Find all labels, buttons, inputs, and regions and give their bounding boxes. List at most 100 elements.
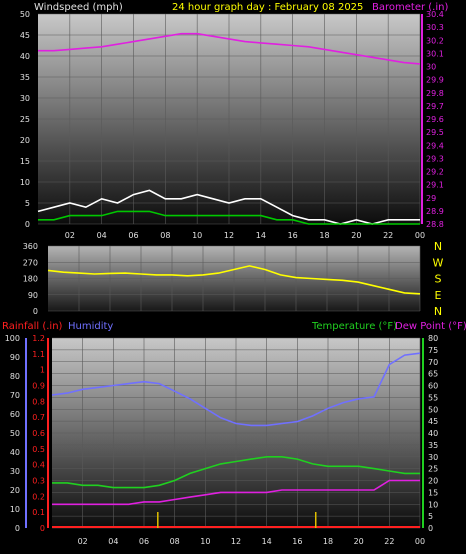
temperature-tick-label: 0	[428, 524, 433, 533]
barometer-tick-label: 28.9	[426, 207, 444, 216]
barometer-axis-label: Barometer (.in)	[372, 2, 448, 13]
rainfall-tick-label: 0.8	[32, 397, 45, 406]
humidity-axis-label: Humidity	[68, 321, 113, 332]
humidity-tick-label: 100	[5, 334, 20, 343]
compass-label: W	[433, 256, 444, 269]
wind-tick-label: 35	[20, 73, 30, 82]
humidity-tick-label: 80	[10, 372, 20, 381]
temperature-tick-label: 5	[428, 512, 433, 521]
temperature-axis-label: Temperature (°F)	[311, 321, 397, 332]
wind-tick-label: 20	[20, 136, 30, 145]
rainfall-tick-label: 0.6	[32, 429, 45, 438]
temperature-tick-label: 25	[428, 465, 438, 474]
wind-tick-label: 30	[20, 94, 30, 103]
barometer-tick-label: 28.8	[426, 220, 444, 229]
humidity-tick-label: 0	[15, 524, 20, 533]
temperature-tick-label: 75	[428, 346, 438, 355]
temp-x-tick-label: 04	[108, 537, 118, 546]
humidity-tick-label: 30	[10, 467, 20, 476]
humidity-tick-label: 40	[10, 448, 20, 457]
dewpoint-axis-label: Dew Point (°F)	[395, 321, 466, 332]
barometer-tick-label: 29.6	[426, 115, 444, 124]
barometer-tick-label: 29.8	[426, 89, 444, 98]
temperature-tick-label: 35	[428, 441, 438, 450]
temperature-tick-label: 15	[428, 488, 438, 497]
compass-label: N	[434, 240, 442, 253]
barometer-tick-label: 30	[426, 63, 436, 72]
rainfall-tick-label: 0.3	[32, 477, 45, 486]
rainfall-tick-label: 0.4	[32, 461, 45, 470]
rainfall-tick-label: 1.1	[32, 350, 45, 359]
temperature-tick-label: 50	[428, 405, 438, 414]
humidity-tick-label: 90	[10, 353, 20, 362]
temp-x-tick-label: 16	[292, 537, 302, 546]
temperature-tick-label: 80	[428, 334, 438, 343]
wind-x-tick-label: 08	[160, 231, 170, 240]
wind-tick-label: 15	[20, 157, 30, 166]
barometer-tick-label: 29.1	[426, 181, 444, 190]
wind-x-tick-label: 18	[319, 231, 329, 240]
direction-tick-label: 180	[23, 275, 38, 284]
temp-x-tick-label: 20	[354, 537, 364, 546]
temperature-tick-label: 55	[428, 393, 438, 402]
humidity-tick-label: 70	[10, 391, 20, 400]
barometer-tick-label: 29.3	[426, 154, 444, 163]
temperature-tick-label: 65	[428, 370, 438, 379]
temp-x-tick-label: 06	[139, 537, 149, 546]
wind-x-tick-label: 10	[192, 231, 202, 240]
weather-chart-svg: 0510152025303540455028.828.92929.129.229…	[2, 2, 466, 546]
rainfall-tick-label: 0	[40, 524, 45, 533]
barometer-tick-label: 30.2	[426, 36, 444, 45]
temperature-tick-label: 60	[428, 382, 438, 391]
wind-x-tick-label: 02	[65, 231, 75, 240]
barometer-tick-label: 29.5	[426, 128, 444, 137]
rainfall-tick-label: 1	[40, 366, 45, 375]
temperature-tick-label: 45	[428, 417, 438, 426]
direction-tick-label: 270	[23, 258, 38, 267]
wind-x-tick-label: 06	[128, 231, 138, 240]
temperature-tick-label: 20	[428, 477, 438, 486]
temperature-tick-label: 10	[428, 500, 438, 509]
rainfall-tick-label: 1.2	[32, 334, 45, 343]
direction-tick-label: 360	[23, 242, 38, 251]
barometer-tick-label: 30.3	[426, 23, 444, 32]
temp-x-tick-label: 18	[323, 537, 333, 546]
wind-x-tick-label: 00	[415, 231, 425, 240]
humidity-tick-label: 20	[10, 486, 20, 495]
barometer-tick-label: 29.9	[426, 76, 444, 85]
temp-x-tick-label: 22	[384, 537, 394, 546]
compass-label: E	[435, 289, 442, 302]
barometer-tick-label: 30.1	[426, 49, 444, 58]
temp-x-tick-label: 08	[170, 537, 180, 546]
wind-tick-label: 10	[20, 178, 30, 187]
windspeed-axis-label: Windspeed (mph)	[34, 2, 123, 13]
wind-x-tick-label: 04	[97, 231, 107, 240]
temp-x-tick-label: 14	[262, 537, 272, 546]
direction-tick-label: 90	[28, 291, 38, 300]
temperature-tick-label: 70	[428, 358, 438, 367]
wind-tick-label: 40	[20, 52, 30, 61]
humidity-tick-label: 50	[10, 429, 20, 438]
wind-x-tick-label: 20	[351, 231, 361, 240]
temp-x-tick-label: 00	[415, 537, 425, 546]
wind-tick-label: 25	[20, 115, 30, 124]
rainfall-tick-label: 0.7	[32, 413, 45, 422]
wind-x-tick-label: 12	[224, 231, 234, 240]
chart-title: 24 hour graph day : February 08 2025	[172, 2, 363, 13]
compass-label: S	[435, 273, 442, 286]
rainfall-tick-label: 0.1	[32, 508, 45, 517]
wind-tick-label: 0	[25, 220, 30, 229]
direction-tick-label: 0	[33, 307, 38, 316]
temp-x-tick-label: 12	[231, 537, 241, 546]
rainfall-axis-label: Rainfall (.in)	[2, 321, 63, 332]
rainfall-tick-label: 0.5	[32, 445, 45, 454]
wind-tick-label: 5	[25, 199, 30, 208]
rainfall-tick-label: 0.9	[32, 382, 45, 391]
wind-x-tick-label: 14	[256, 231, 266, 240]
wind-x-tick-label: 22	[383, 231, 393, 240]
barometer-tick-label: 29	[426, 194, 436, 203]
humidity-tick-label: 10	[10, 505, 20, 514]
humidity-tick-label: 60	[10, 410, 20, 419]
weather-graph: 0 5 10 15 20 25 30 35 40 45 50 28.8 28.9 29 29.1 29.2 29…	[0, 0, 466, 554]
rainfall-tick-label: 0.2	[32, 492, 45, 501]
